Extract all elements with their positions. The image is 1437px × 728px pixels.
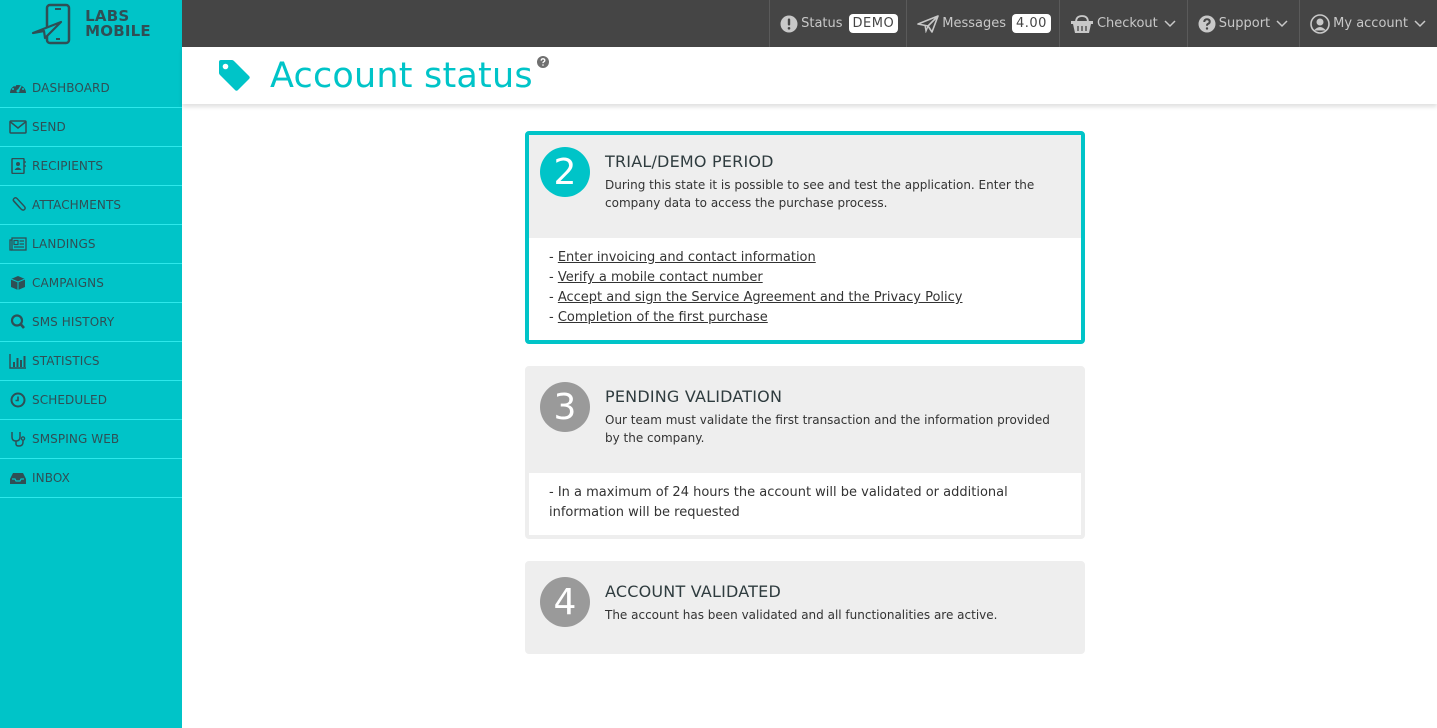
sidebar-item-label: DASHBOARD: [32, 81, 110, 95]
step-title: ACCOUNT VALIDATED: [605, 582, 781, 601]
sidebar-item-attachments[interactable]: ATTACHMENTS: [0, 186, 182, 225]
stethoscope-icon: [8, 430, 28, 448]
sidebar: LABS MOBILE DASHBOARD SEND RECIPIENTS AT…: [0, 0, 182, 728]
help-icon[interactable]: [536, 56, 549, 68]
top-bar: Status DEMO Messages 4.00 Checkout Suppo…: [182, 0, 1437, 47]
step-title: TRIAL/DEMO PERIOD: [605, 152, 774, 171]
step-tasks: - Enter invoicing and contact informatio…: [529, 238, 1081, 340]
envelope-icon: [8, 118, 28, 136]
sidebar-nav: DASHBOARD SEND RECIPIENTS ATTACHMENTS LA…: [0, 69, 182, 498]
brand-line2: MOBILE: [85, 21, 151, 40]
sidebar-item-label: SEND: [32, 120, 66, 134]
support-label: Support: [1218, 16, 1271, 31]
messages-count-badge: 4.00: [1011, 14, 1051, 33]
my-account-label: My account: [1333, 16, 1408, 31]
basket-icon: [1070, 14, 1093, 33]
service-agreement-link[interactable]: Accept and sign the Service Agreement an…: [558, 290, 963, 305]
sidebar-item-inbox[interactable]: INBOX: [0, 459, 182, 498]
dashboard-icon: [8, 79, 28, 97]
main-content: 2 TRIAL/DEMO PERIOD During this state it…: [182, 104, 1437, 728]
user-circle-icon: [1310, 13, 1330, 34]
step-description: During this state it is possible to see …: [605, 178, 1035, 210]
sidebar-item-label: SCHEDULED: [32, 393, 108, 407]
checkout-label: Checkout: [1096, 16, 1158, 31]
status-menu[interactable]: Status DEMO: [769, 0, 906, 47]
clock-icon: [8, 391, 28, 409]
sidebar-item-label: CAMPAIGNS: [32, 276, 104, 290]
first-purchase-link[interactable]: Completion of the first purchase: [558, 310, 768, 325]
newspaper-icon: [8, 235, 28, 253]
sidebar-item-campaigns[interactable]: CAMPAIGNS: [0, 264, 182, 303]
step-description: The account has been validated and all f…: [605, 608, 998, 622]
step-note: - In a maximum of 24 hours the account w…: [529, 473, 1081, 535]
page-title: Account status: [270, 55, 533, 96]
verify-mobile-link[interactable]: Verify a mobile contact number: [558, 270, 763, 285]
chevron-down-icon: [1414, 19, 1426, 27]
sidebar-item-dashboard[interactable]: DASHBOARD: [0, 69, 182, 108]
invoicing-info-link[interactable]: Enter invoicing and contact information: [558, 250, 816, 265]
bar-chart-icon: [8, 352, 28, 370]
task-item: - Accept and sign the Service Agreement …: [549, 290, 963, 305]
messages-label: Messages: [942, 16, 1006, 31]
address-book-icon: [8, 157, 28, 175]
exclamation-circle-icon: [780, 15, 798, 32]
step-trial-demo: 2 TRIAL/DEMO PERIOD During this state it…: [525, 131, 1085, 344]
chevron-down-icon: [1276, 19, 1288, 27]
status-label: Status: [801, 16, 843, 31]
my-account-menu[interactable]: My account: [1299, 0, 1437, 47]
checkout-menu[interactable]: Checkout: [1058, 0, 1187, 47]
sidebar-item-label: STATISTICS: [32, 354, 100, 368]
messages-menu[interactable]: Messages 4.00: [906, 0, 1059, 47]
sidebar-item-scheduled[interactable]: SCHEDULED: [0, 381, 182, 420]
paperclip-icon: [8, 196, 28, 214]
sidebar-item-sms-history[interactable]: SMS HISTORY: [0, 303, 182, 342]
sidebar-item-smsping-web[interactable]: SMSPING WEB: [0, 420, 182, 459]
sidebar-item-landings[interactable]: LANDINGS: [0, 225, 182, 264]
inbox-icon: [8, 469, 28, 487]
question-circle-icon: [1198, 15, 1216, 32]
sidebar-item-label: ATTACHMENTS: [32, 198, 122, 212]
sidebar-item-send[interactable]: SEND: [0, 108, 182, 147]
step-title: PENDING VALIDATION: [605, 387, 783, 406]
step-number-badge: 3: [540, 382, 590, 432]
sidebar-item-label: INBOX: [32, 471, 70, 485]
step-account-validated: 4 ACCOUNT VALIDATED The account has been…: [525, 561, 1085, 654]
sidebar-item-label: LANDINGS: [32, 237, 96, 251]
paper-plane-phone-icon: [32, 3, 71, 44]
step-pending-validation: 3 PENDING VALIDATION Our team must valid…: [525, 366, 1085, 539]
brand-logo[interactable]: LABS MOBILE: [0, 0, 182, 47]
step-number-badge: 4: [540, 577, 590, 627]
task-item: - Verify a mobile contact number: [549, 270, 763, 285]
sidebar-item-statistics[interactable]: STATISTICS: [0, 342, 182, 381]
step-description: Our team must validate the first transac…: [605, 413, 1050, 445]
support-menu[interactable]: Support: [1186, 0, 1299, 47]
cube-icon: [8, 274, 28, 292]
sidebar-item-recipients[interactable]: RECIPIENTS: [0, 147, 182, 186]
step-number-badge: 2: [540, 147, 590, 197]
tag-icon: [219, 59, 250, 91]
sidebar-item-label: SMS HISTORY: [32, 315, 115, 329]
sidebar-item-label: SMSPING WEB: [32, 432, 120, 446]
search-icon: [8, 313, 28, 331]
status-badge: DEMO: [848, 14, 899, 33]
task-item: - Enter invoicing and contact informatio…: [549, 250, 816, 265]
chevron-down-icon: [1164, 19, 1176, 27]
sidebar-item-label: RECIPIENTS: [32, 159, 104, 173]
page-header: Account status: [182, 47, 1437, 104]
paper-plane-icon: [917, 14, 940, 33]
task-item: - Completion of the first purchase: [549, 310, 768, 325]
